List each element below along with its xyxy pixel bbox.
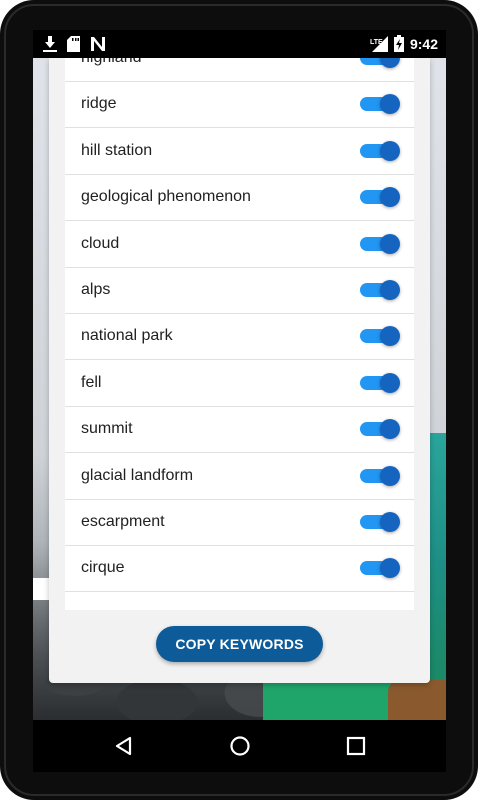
keyword-toggle[interactable] — [360, 58, 400, 68]
copy-keywords-button[interactable]: COPY KEYWORDS — [156, 626, 323, 662]
download-icon — [43, 36, 57, 52]
keyword-toggle[interactable] — [360, 465, 400, 486]
keyword-label: alps — [81, 281, 111, 298]
keyword-row[interactable]: ridge — [65, 81, 414, 129]
keyword-toggle[interactable] — [360, 233, 400, 254]
keyword-label: cirque — [81, 559, 125, 577]
keyword-label: ridge — [81, 95, 117, 113]
keywords-card: highland ridge hill station geological phen… — [49, 58, 430, 683]
keyword-row[interactable]: geological phenomenon — [65, 174, 414, 222]
keyword-row[interactable]: cirque — [65, 545, 414, 593]
toggle-thumb — [380, 326, 400, 347]
toggle-thumb — [380, 465, 400, 486]
keyword-toggle[interactable] — [360, 419, 400, 440]
keyword-toggle[interactable] — [360, 187, 400, 208]
toggle-thumb — [380, 558, 400, 579]
n-app-icon — [90, 36, 106, 52]
keyword-toggle[interactable] — [360, 326, 400, 347]
keyword-row[interactable]: national park — [65, 313, 414, 361]
keyword-label: fell — [81, 373, 102, 391]
keyword-row[interactable]: hill station — [65, 128, 414, 175]
keyword-label: summit — [81, 420, 133, 438]
device-frame: LTE 9:42 highland ridge hill station geolog… — [0, 0, 478, 800]
back-icon[interactable] — [112, 734, 136, 758]
keyword-toggle[interactable] — [360, 280, 400, 300]
keyword-row[interactable]: fell — [65, 360, 414, 407]
battery-charging-icon — [393, 35, 404, 52]
keyword-label: hill station — [81, 141, 153, 159]
keyword-label: national park — [81, 327, 173, 345]
keyword-row[interactable]: glacial landform — [65, 453, 414, 500]
keyword-row[interactable]: summit — [65, 406, 414, 454]
toggle-thumb — [380, 280, 400, 300]
recents-icon[interactable] — [344, 734, 368, 758]
sd-card-icon — [67, 36, 80, 52]
keyword-label: glacial landform — [81, 466, 194, 484]
toggle-thumb — [380, 94, 400, 115]
background-photo: highland ridge hill station geological phen… — [33, 58, 446, 748]
keyword-label: escarpment — [81, 513, 165, 530]
toggle-thumb — [380, 140, 400, 161]
toggle-thumb — [380, 233, 400, 254]
keyword-row[interactable]: highland — [65, 58, 414, 82]
clock: 9:42 — [409, 35, 438, 52]
navigation-bar — [33, 720, 446, 772]
keyword-row[interactable]: cloud — [65, 221, 414, 268]
keyword-row[interactable]: alps — [65, 267, 414, 314]
keyword-list[interactable]: highland ridge hill station geological phen… — [65, 58, 414, 610]
svg-text:LTE: LTE — [370, 39, 383, 46]
keyword-toggle[interactable] — [360, 140, 400, 161]
home-icon[interactable] — [228, 734, 252, 758]
signal-icon: LTE — [370, 35, 388, 52]
toggle-thumb — [380, 58, 400, 68]
keyword-label: cloud — [81, 234, 120, 252]
keyword-label: highland — [81, 58, 142, 81]
background-bag-strap — [388, 680, 446, 720]
keyword-toggle[interactable] — [360, 558, 400, 579]
keyword-row[interactable]: escarpment — [65, 499, 414, 546]
keyword-toggle[interactable] — [360, 372, 400, 393]
keyword-toggle[interactable] — [360, 94, 400, 115]
screen: LTE 9:42 highland ridge hill station geolog… — [33, 30, 446, 772]
keyword-toggle[interactable] — [360, 512, 400, 532]
toggle-thumb — [380, 187, 400, 208]
status-bar: LTE 9:42 — [33, 30, 446, 58]
toggle-thumb — [380, 372, 400, 393]
toggle-thumb — [380, 512, 400, 532]
toggle-thumb — [380, 419, 400, 440]
keyword-label: geological phenomenon — [81, 188, 251, 206]
